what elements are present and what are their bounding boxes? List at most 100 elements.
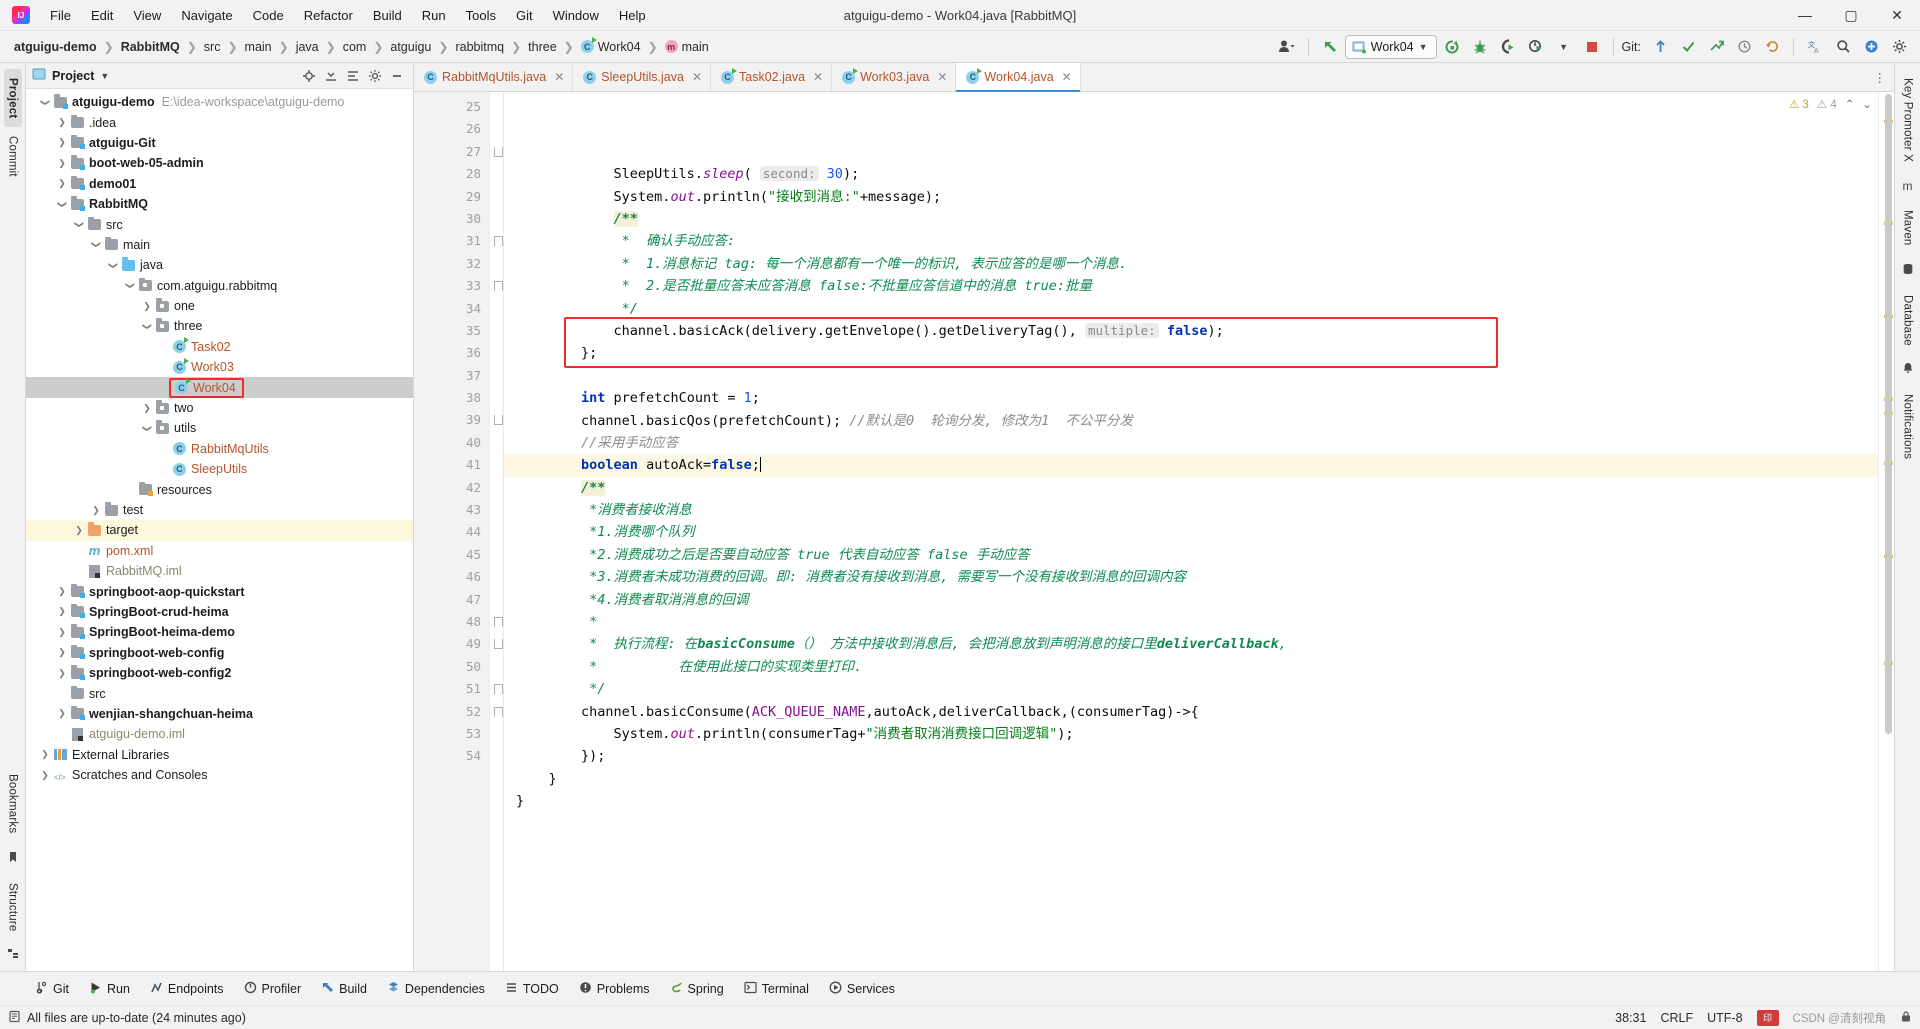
chevron-up-icon[interactable]: ⌃ bbox=[1845, 97, 1855, 111]
tree-item-one[interactable]: ❯ one bbox=[26, 296, 413, 316]
profiler-icon[interactable] bbox=[1523, 35, 1549, 59]
expand-icon[interactable] bbox=[343, 66, 363, 86]
tree-item-test[interactable]: ❯ test bbox=[26, 500, 413, 520]
tool-window-services[interactable]: Services bbox=[820, 977, 904, 1001]
code-line[interactable]: channel.basicAck(delivery.getEnvelope().… bbox=[504, 320, 1878, 342]
code-line[interactable]: *1.消费哪个队列 bbox=[504, 521, 1878, 543]
tool-window-terminal[interactable]: Terminal bbox=[735, 977, 818, 1001]
line-number[interactable]: 28 bbox=[414, 163, 489, 185]
menu-navigate[interactable]: Navigate bbox=[171, 3, 242, 28]
line-number[interactable]: 29 bbox=[414, 186, 489, 208]
fold-marker-icon[interactable] bbox=[494, 415, 503, 426]
code-line[interactable]: }); bbox=[504, 745, 1878, 767]
line-number[interactable]: 27 bbox=[414, 141, 503, 163]
tree-item-atguigu-demo[interactable]: ❯ atguigu-demo E:\idea-workspace\atguigu-d… bbox=[26, 92, 413, 112]
sidebar-tab-bookmarks[interactable]: Bookmarks bbox=[4, 765, 22, 842]
code-line[interactable]: * 在使用此接口的实现类里打印. bbox=[504, 656, 1878, 678]
chevron-down-icon[interactable]: ❯ bbox=[57, 197, 68, 211]
tree-item-atguigu-demo-iml[interactable]: atguigu-demo.iml bbox=[26, 724, 413, 744]
tree-item-rabbitmqutils[interactable]: C RabbitMqUtils bbox=[26, 439, 413, 459]
code-line[interactable]: */ bbox=[504, 298, 1878, 320]
code-line[interactable]: channel.basicConsume(ACK_QUEUE_NAME,auto… bbox=[504, 701, 1878, 723]
menu-git[interactable]: Git bbox=[506, 3, 543, 28]
menu-tools[interactable]: Tools bbox=[456, 3, 506, 28]
chevron-down-icon[interactable]: ▼ bbox=[1419, 42, 1428, 52]
line-number[interactable]: 51 bbox=[414, 678, 503, 700]
line-number[interactable]: 35 bbox=[414, 320, 489, 342]
editor-tab-task02[interactable]: C Task02.java ✕ bbox=[711, 63, 833, 91]
breadcrumb-item-8[interactable]: three bbox=[526, 38, 559, 56]
sidebar-tab-notifications[interactable]: Notifications bbox=[1899, 385, 1917, 468]
notifications-icon[interactable] bbox=[1902, 362, 1914, 377]
line-number[interactable]: 33 bbox=[414, 275, 503, 297]
tree-item-rabbitmq[interactable]: ❯ RabbitMQ bbox=[26, 194, 413, 214]
maximize-button[interactable]: ▢ bbox=[1828, 0, 1874, 31]
code-line[interactable]: /** bbox=[504, 208, 1878, 230]
breadcrumb-item-2[interactable]: src bbox=[202, 38, 223, 56]
editor-tab-options-icon[interactable]: ⋮ bbox=[1866, 63, 1895, 91]
git-history-icon[interactable] bbox=[1731, 35, 1757, 59]
tree-item-rabbitmq-iml[interactable]: RabbitMQ.iml bbox=[26, 561, 413, 581]
tree-item-springboot-aop-quickstart[interactable]: ❯ springboot-aop-quickstart bbox=[26, 581, 413, 601]
tree-item-springboot-heima-demo[interactable]: ❯ SpringBoot-heima-demo bbox=[26, 622, 413, 642]
fold-marker-icon[interactable] bbox=[494, 706, 503, 717]
tree-item-two[interactable]: ❯ two bbox=[26, 398, 413, 418]
tree-item-work04[interactable]: C Work04 bbox=[26, 377, 413, 398]
chevron-down-icon[interactable]: ❯ bbox=[74, 218, 85, 232]
fold-marker-icon[interactable] bbox=[494, 616, 503, 627]
memory-icon[interactable] bbox=[8, 1010, 21, 1026]
close-icon[interactable]: ✕ bbox=[937, 70, 947, 84]
line-number[interactable]: 41 bbox=[414, 454, 489, 476]
breadcrumb-item-5[interactable]: com bbox=[341, 38, 369, 56]
debug-icon[interactable] bbox=[1467, 35, 1493, 59]
line-number[interactable]: 48 bbox=[414, 611, 503, 633]
tree-item-springboot-web-config[interactable]: ❯ springboot-web-config bbox=[26, 643, 413, 663]
chevron-down-icon[interactable]: ❯ bbox=[108, 258, 119, 272]
hide-panel-icon[interactable] bbox=[387, 66, 407, 86]
tool-window-problems[interactable]: Problems bbox=[570, 977, 659, 1001]
menu-edit[interactable]: Edit bbox=[81, 3, 123, 28]
code-line[interactable]: channel.basicQos(prefetchCount); //默认是0 … bbox=[504, 410, 1878, 432]
chevron-right-icon[interactable]: ❯ bbox=[55, 137, 69, 148]
chevron-right-icon[interactable]: ❯ bbox=[55, 668, 69, 679]
line-separator[interactable]: CRLF bbox=[1660, 1011, 1693, 1025]
inspection-widget[interactable]: ⚠ 3 ⚠ 4 ⌃ ⌄ bbox=[1788, 97, 1872, 111]
plugins-icon[interactable] bbox=[1858, 35, 1884, 59]
tree-item--idea[interactable]: ❯ .idea bbox=[26, 112, 413, 132]
line-number[interactable]: 36 bbox=[414, 342, 489, 364]
code-line[interactable]: *3.消费者未成功消费的回调。即: 消费者没有接收到消息, 需要写一个没有接收到… bbox=[504, 566, 1878, 588]
tree-item-springboot-web-config2[interactable]: ❯ springboot-web-config2 bbox=[26, 663, 413, 683]
git-rollback-icon[interactable] bbox=[1759, 35, 1785, 59]
menu-build[interactable]: Build bbox=[363, 3, 412, 28]
translate-icon[interactable]: 文A bbox=[1802, 35, 1828, 59]
line-number[interactable]: 43 bbox=[414, 499, 489, 521]
line-number[interactable]: 46 bbox=[414, 566, 489, 588]
close-icon[interactable]: ✕ bbox=[554, 70, 564, 84]
menu-file[interactable]: File bbox=[40, 3, 81, 28]
user-icon[interactable] bbox=[1274, 35, 1300, 59]
fold-marker-icon[interactable] bbox=[494, 639, 503, 650]
tool-window-build[interactable]: Build bbox=[312, 977, 376, 1001]
fold-marker-icon[interactable] bbox=[494, 281, 503, 292]
chevron-down-icon[interactable]: ❯ bbox=[142, 319, 153, 333]
line-number[interactable]: 52 bbox=[414, 701, 503, 723]
menu-code[interactable]: Code bbox=[243, 3, 294, 28]
tree-item-main[interactable]: ❯ main bbox=[26, 235, 413, 255]
close-button[interactable]: ✕ bbox=[1874, 0, 1920, 31]
tree-item-com-atguigu-rabbitmq[interactable]: ❯ com.atguigu.rabbitmq bbox=[26, 276, 413, 296]
line-number[interactable]: 37 bbox=[414, 365, 489, 387]
code-line[interactable]: System.out.println("接收到消息:"+message); bbox=[504, 186, 1878, 208]
fold-marker-icon[interactable] bbox=[494, 146, 503, 157]
tree-item-springboot-crud-heima[interactable]: ❯ SpringBoot-crud-heima bbox=[26, 602, 413, 622]
chevron-down-icon[interactable]: ❯ bbox=[125, 279, 136, 293]
chevron-right-icon[interactable]: ❯ bbox=[55, 586, 69, 597]
chevron-down-icon[interactable]: ❯ bbox=[91, 238, 102, 252]
chevron-down-icon[interactable]: ⌄ bbox=[1862, 97, 1872, 111]
tree-item-sleeputils[interactable]: C SleepUtils bbox=[26, 459, 413, 479]
analysis-marker-stripe[interactable] bbox=[1878, 92, 1894, 971]
line-number[interactable]: 38 bbox=[414, 387, 489, 409]
line-number[interactable]: 45 bbox=[414, 544, 489, 566]
menu-view[interactable]: View bbox=[123, 3, 171, 28]
breadcrumb-item-0[interactable]: atguigu-demo bbox=[12, 38, 99, 56]
code-line[interactable]: //采用手动应答 bbox=[504, 432, 1878, 454]
